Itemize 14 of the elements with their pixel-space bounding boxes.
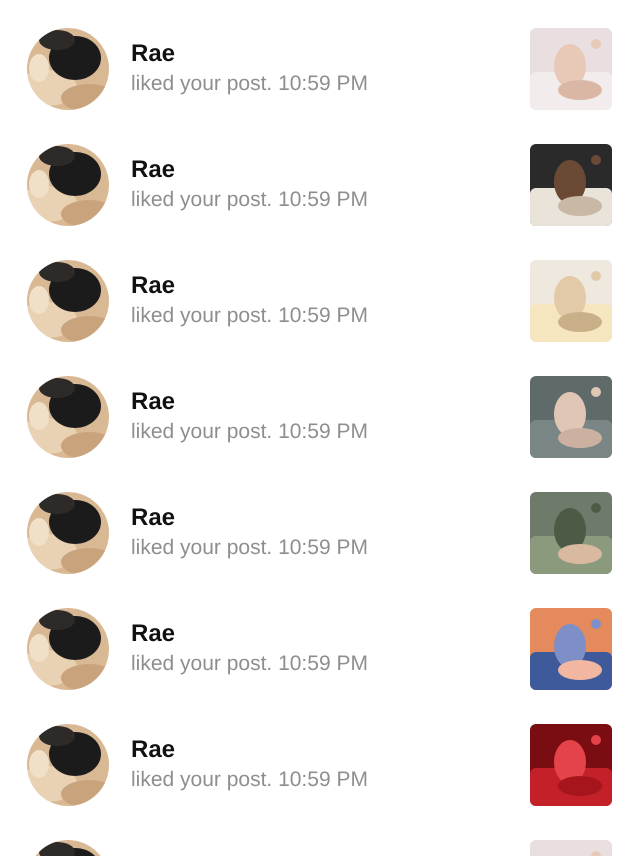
notification-text: liked your post. 10:59 PM — [131, 651, 369, 677]
notification-text: liked your post. 10:59 PM — [131, 535, 369, 561]
notification-text: liked your post. 10:59 PM — [131, 303, 369, 329]
user-name: Rae — [131, 735, 176, 765]
user-name: Rae — [131, 503, 176, 533]
user-name: Rae — [131, 39, 176, 69]
notification-text: liked your post. 10:59 PM — [131, 187, 369, 213]
notification-text: liked your post. 10:59 PM — [131, 71, 369, 97]
user-name: Rae — [131, 155, 176, 185]
user-name: Rae — [131, 619, 176, 649]
notification-text: liked your post. 10:59 PM — [131, 767, 369, 793]
user-name: Rae — [131, 387, 176, 417]
user-name: Rae — [131, 271, 176, 301]
notification-text: liked your post. 10:59 PM — [131, 419, 369, 445]
